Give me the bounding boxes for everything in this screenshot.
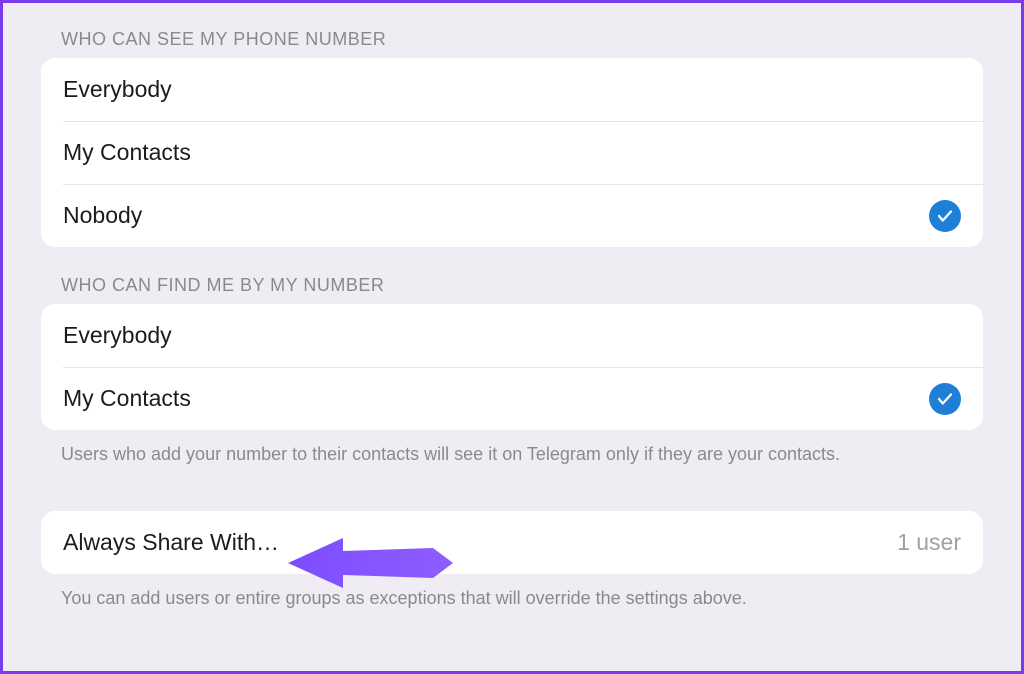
settings-container: WHO CAN SEE MY PHONE NUMBER Everybody My… (3, 3, 1021, 615)
exceptions-card: Always Share With… 1 user (41, 511, 983, 574)
option-find-everybody[interactable]: Everybody (41, 304, 983, 367)
checkmark-icon (929, 383, 961, 415)
option-everybody[interactable]: Everybody (41, 58, 983, 121)
who-can-see-card: Everybody My Contacts Nobody (41, 58, 983, 247)
always-share-with-row[interactable]: Always Share With… 1 user (41, 511, 983, 574)
option-label: Everybody (63, 322, 172, 349)
option-my-contacts[interactable]: My Contacts (41, 121, 983, 184)
section2-footer: Users who add your number to their conta… (41, 430, 983, 471)
checkmark-icon (929, 200, 961, 232)
who-can-find-card: Everybody My Contacts (41, 304, 983, 430)
option-find-my-contacts[interactable]: My Contacts (41, 367, 983, 430)
option-label: Nobody (63, 202, 142, 229)
option-nobody[interactable]: Nobody (41, 184, 983, 247)
section3-footer: You can add users or entire groups as ex… (41, 574, 983, 615)
exception-label: Always Share With… (63, 529, 279, 556)
section-header-who-can-find: WHO CAN FIND ME BY MY NUMBER (41, 247, 983, 304)
option-label: My Contacts (63, 385, 191, 412)
option-label: My Contacts (63, 139, 191, 166)
section-header-who-can-see: WHO CAN SEE MY PHONE NUMBER (41, 3, 983, 58)
option-label: Everybody (63, 76, 172, 103)
exception-value: 1 user (897, 529, 961, 556)
